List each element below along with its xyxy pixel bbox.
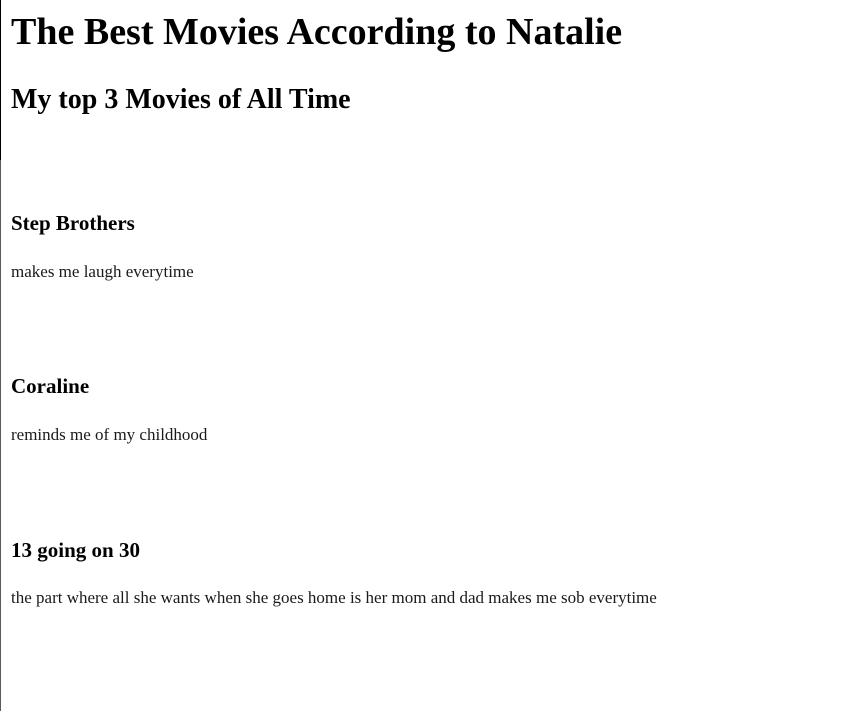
movie-description: makes me laugh everytime bbox=[11, 262, 194, 281]
page-title: The Best Movies According to Natalie bbox=[11, 11, 623, 53]
movie-title: Coraline bbox=[11, 374, 90, 398]
left-border-line-lower bbox=[0, 160, 1, 711]
movie-title: 13 going on 30 bbox=[11, 538, 140, 562]
movie-description: reminds me of my childhood bbox=[11, 425, 208, 444]
left-border-line bbox=[0, 0, 1, 160]
movie-title: Step Brothers bbox=[11, 211, 135, 235]
page-subtitle: My top 3 Movies of All Time bbox=[11, 84, 351, 115]
movie-description: the part where all she wants when she go… bbox=[11, 588, 657, 607]
